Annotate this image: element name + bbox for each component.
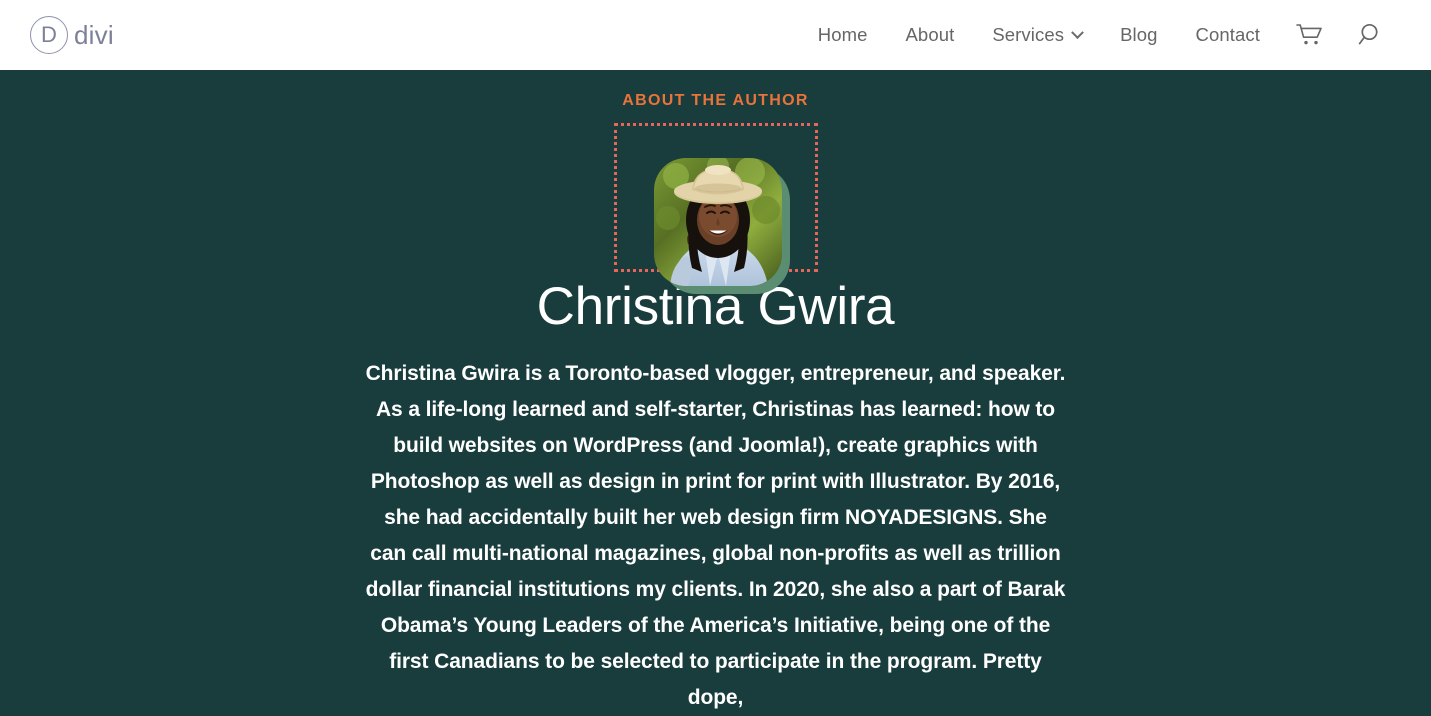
brand-logo[interactable]: D divi <box>30 16 114 54</box>
nav-label-about: About <box>905 24 955 45</box>
brand-name: divi <box>74 19 114 50</box>
search-icon[interactable] <box>1341 22 1401 48</box>
shopping-cart-icon[interactable] <box>1279 23 1341 47</box>
author-photo-frame <box>613 123 818 294</box>
nav-label-contact: Contact <box>1195 24 1260 45</box>
author-portrait-photo <box>653 158 782 286</box>
chevron-down-icon <box>1071 25 1084 39</box>
primary-navigation: Home About Services Blog Contact <box>799 22 1401 48</box>
nav-item-services[interactable]: Services <box>973 24 1101 46</box>
nav-item-blog[interactable]: Blog <box>1101 24 1176 46</box>
nav-label-home: Home <box>817 24 868 45</box>
author-bio-text: Christina Gwira is a Toronto-based vlogg… <box>365 362 1066 709</box>
nav-item-contact[interactable]: Contact <box>1177 24 1279 46</box>
site-header: D divi Home About Services Blog Contact <box>0 0 1431 70</box>
divi-logo-icon: D <box>30 16 68 54</box>
section-eyebrow-heading: ABOUT THE AUTHOR <box>622 92 809 109</box>
nav-label-blog: Blog <box>1120 24 1158 45</box>
about-the-author-section: ABOUT THE AUTHOR Christina Gwira Christi… <box>0 70 1431 716</box>
nav-item-about[interactable]: About <box>886 24 973 46</box>
nav-item-home[interactable]: Home <box>799 24 887 46</box>
nav-label-services: Services <box>992 24 1065 45</box>
